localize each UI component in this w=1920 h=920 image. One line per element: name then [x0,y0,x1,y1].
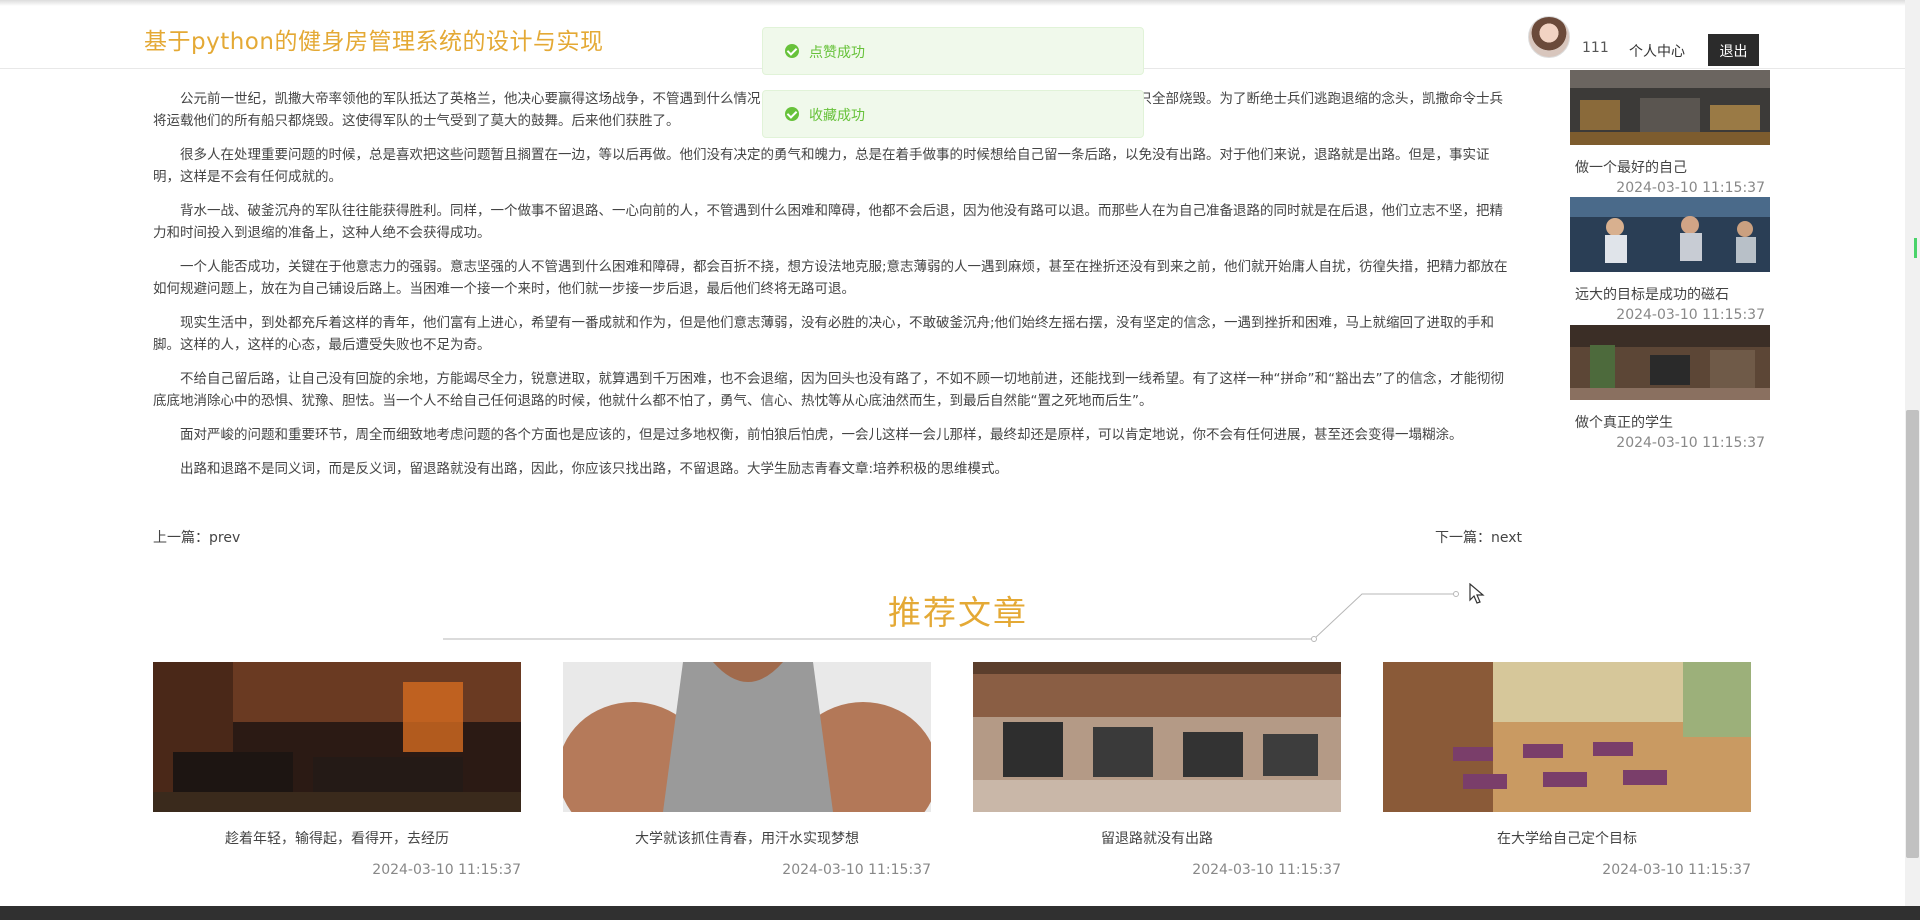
article-paragraph: 很多人在处理重要问题的时候，总是喜欢把这些问题暂且搁置在一边，等以后再做。他们没… [153,147,1490,185]
recommend-card[interactable]: 留退路就没有出路 2024-03-10 11:15:37 [973,662,1341,878]
sidebar-article-image [1570,70,1770,145]
recommend-card-date: 2024-03-10 11:15:37 [782,862,931,878]
toast-collect-success: 收藏成功 [762,90,1144,138]
prev-article-link[interactable]: 上一篇：prev [153,527,240,547]
toast-message: 收藏成功 [809,108,865,124]
recommend-card[interactable]: 趁着年轻，输得起，看得开，去经历 2024-03-10 11:15:37 [153,662,521,878]
recommend-card-image [1383,662,1751,812]
article-paragraph: 一个人能否成功，关键在于他意志力的强弱。意志坚强的人不管遇到什么困难和障碍，都会… [153,259,1508,297]
sidebar-article-date: 2024-03-10 11:15:37 [1616,307,1765,323]
recommend-card-title: 在大学给自己定个目标 [1497,831,1637,847]
sidebar-article-item[interactable]: 远大的目标是成功的磁石 2024-03-10 11:15:37 [1570,197,1770,323]
sidebar-article-title: 做一个最好的自己 [1575,160,1687,176]
logout-button[interactable]: 退出 [1708,34,1759,66]
recommend-card-title: 留退路就没有出路 [1101,831,1213,847]
recommend-card-date: 2024-03-10 11:15:37 [372,862,521,878]
sidebar-article-item[interactable]: 做一个最好的自己 2024-03-10 11:15:37 [1570,70,1770,196]
article-paragraph: 出路和退路不是同义词，而是反义词，留退路就没有出路，因此，你应该只找出路，不留退… [180,461,1009,477]
toast-message: 点赞成功 [809,45,865,61]
success-check-icon [785,107,799,121]
top-shadow [0,0,1905,6]
sidebar-article-item[interactable]: 做个真正的学生 2024-03-10 11:15:37 [1570,325,1770,451]
recommend-card[interactable]: 大学就该抓住青春，用汗水实现梦想 2024-03-10 11:15:37 [558,662,938,878]
article-paragraph: 面对严峻的问题和重要环节，周全而细致地考虑问题的各个方面也是应该的，但是过多地权… [180,427,1463,443]
sidebar-article-image [1570,197,1770,272]
scroll-indicator [1914,238,1917,258]
recommend-card-image [558,662,938,842]
sidebar-article-date: 2024-03-10 11:15:37 [1616,180,1765,196]
sidebar-article-image [1570,325,1770,400]
article-paragraph: 不给自己留后路，让自己没有回旋的余地，方能竭尽全力，锐意进取，就算遇到千万困难，… [153,371,1504,409]
sidebar-article-title: 远大的目标是成功的磁石 [1575,287,1729,303]
footer-bar [0,906,1920,920]
recommend-card-title: 趁着年轻，输得起，看得开，去经历 [225,831,449,847]
mouse-cursor-icon [1469,583,1485,604]
scrollbar-thumb[interactable] [1906,410,1919,858]
sidebar-article-date: 2024-03-10 11:15:37 [1616,435,1765,451]
recommend-heading: 推荐文章 [888,593,1028,632]
recommend-card-image [153,662,521,812]
article-paragraph: 现实生活中，到处都充斥着这样的青年，他们富有上进心，希望有一番成就和作为，但是他… [153,315,1495,353]
page-scrollbar[interactable] [1905,0,1920,920]
article-paragraph: 背水一战、破釜沉舟的军队往往能获得胜利。同样，一个做事不留退路、一心向前的人，不… [153,203,1503,241]
article-content: 公元前一世纪，凯撒大帝率领他的军队抵达了英格兰，他决心要赢得这场战争，不管遇到什… [153,88,1515,492]
site-title[interactable]: 基于python的健身房管理系统的设计与实现 [144,22,603,56]
user-avatar[interactable] [1528,16,1570,58]
recommend-card[interactable]: 在大学给自己定个目标 2024-03-10 11:15:37 [1383,662,1751,878]
username-label: 111 [1582,40,1609,56]
recommend-card-image [973,662,1341,812]
recommend-card-date: 2024-03-10 11:15:37 [1602,862,1751,878]
recommend-card-date: 2024-03-10 11:15:37 [1192,862,1341,878]
personal-center-link[interactable]: 个人中心 [1629,41,1685,61]
success-check-icon [785,44,799,58]
toast-like-success: 点赞成功 [762,27,1144,75]
next-article-link[interactable]: 下一篇：next [1435,527,1522,547]
sidebar-article-title: 做个真正的学生 [1575,415,1673,431]
recommend-card-title: 大学就该抓住青春，用汗水实现梦想 [635,831,859,847]
